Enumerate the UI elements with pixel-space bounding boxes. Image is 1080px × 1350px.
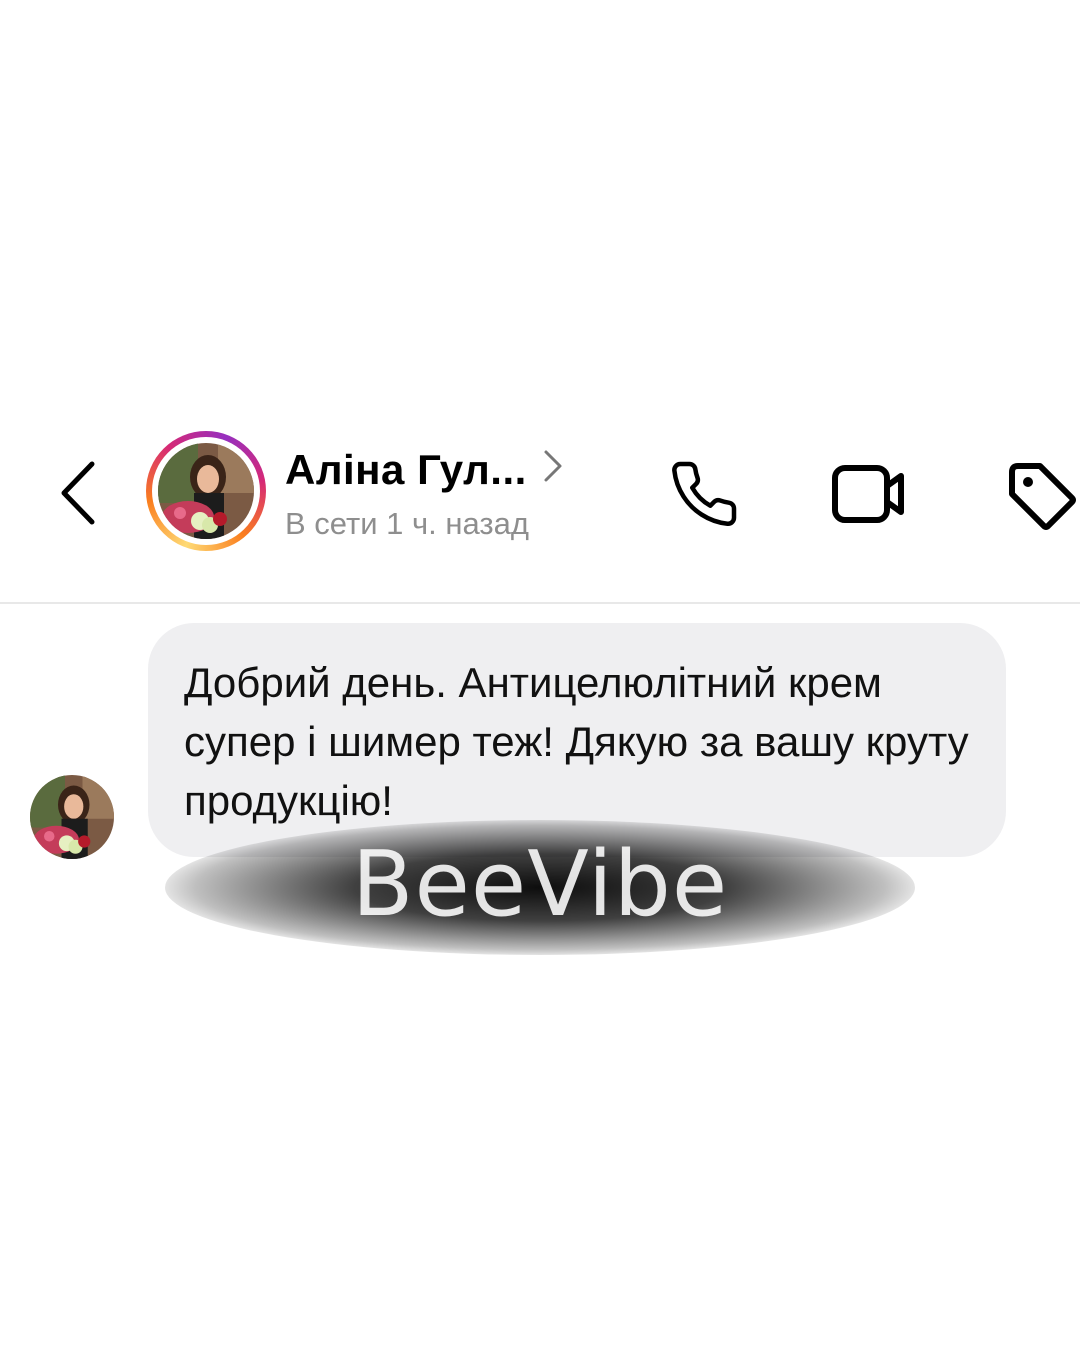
- contact-status: В сети 1 ч. назад: [285, 506, 529, 541]
- back-button[interactable]: [50, 458, 106, 528]
- chevron-left-icon: [61, 461, 95, 525]
- tag-icon: [1009, 463, 1076, 530]
- chat-header: Аліна Гул... В сети 1 ч. назад: [0, 420, 1080, 602]
- watermark: BeeVibe: [351, 832, 729, 937]
- video-call-button[interactable]: [826, 454, 912, 534]
- tag-button[interactable]: [1000, 454, 1080, 534]
- message-text: Добрий день. Антицелюлітний крем супер і…: [184, 659, 969, 824]
- contact-name-row[interactable]: Аліна Гул...: [285, 446, 563, 494]
- contact-avatar-story-ring[interactable]: [146, 431, 266, 551]
- call-button[interactable]: [664, 454, 744, 534]
- contact-name: Аліна Гул...: [285, 446, 527, 493]
- header-divider: [0, 602, 1080, 604]
- contact-avatar: [158, 443, 254, 539]
- video-camera-icon: [832, 465, 904, 523]
- phone-icon: [672, 461, 737, 527]
- chevron-right-icon: [544, 450, 562, 482]
